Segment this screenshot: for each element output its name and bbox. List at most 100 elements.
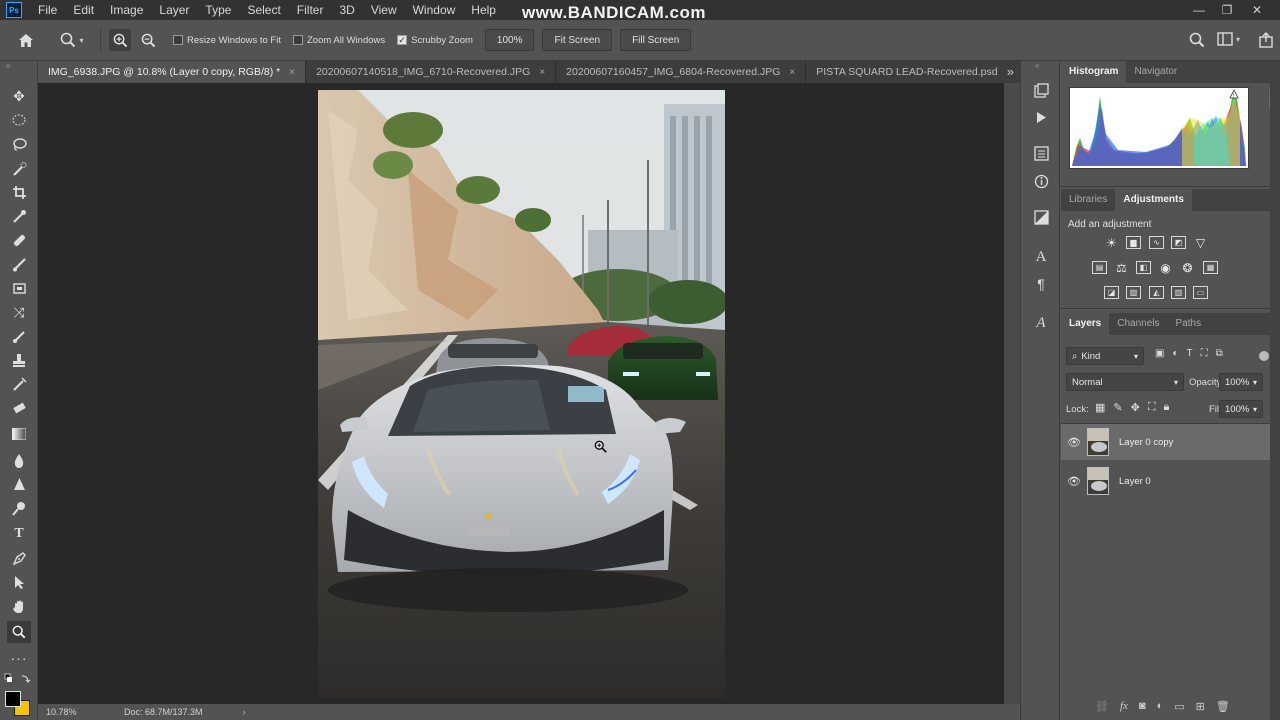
lock-image-icon[interactable]: ✎ <box>1113 401 1122 414</box>
blend-mode-select[interactable]: Normal ▾ <box>1066 373 1184 391</box>
zoom-tool-icon[interactable] <box>7 621 31 643</box>
threshold-icon[interactable]: ◭ <box>1149 286 1164 299</box>
share-icon[interactable] <box>1258 32 1274 51</box>
panels-scrollbar[interactable] <box>1270 61 1280 720</box>
color-lookup-icon[interactable]: ▦ <box>1203 261 1218 274</box>
home-icon[interactable] <box>0 33 52 48</box>
status-menu-arrow-icon[interactable]: › <box>243 707 246 717</box>
layer-row-layer-0-copy[interactable]: 👁︎ Layer 0 copy <box>1061 424 1270 460</box>
marquee-tool-icon[interactable] <box>7 109 31 131</box>
menu-type[interactable]: Type <box>197 0 239 20</box>
info-panel-icon[interactable] <box>1030 170 1052 192</box>
levels-icon[interactable]: ▆ <box>1126 236 1141 249</box>
exposure-icon[interactable]: ◩ <box>1171 236 1186 249</box>
type-tool-icon[interactable]: T <box>7 523 31 545</box>
invert-icon[interactable]: ◪ <box>1104 286 1119 299</box>
photo-filter-icon[interactable]: ◉ <box>1158 261 1173 275</box>
channel-mixer-icon[interactable]: ❂ <box>1180 261 1195 275</box>
new-group-icon[interactable]: ▭ <box>1174 700 1184 713</box>
collapse-icon[interactable]: « <box>1035 61 1039 70</box>
new-adjustment-layer-icon[interactable]: ◐ <box>1157 700 1164 713</box>
foreground-color-swatch[interactable] <box>5 691 21 707</box>
new-layer-icon[interactable]: ⊞ <box>1196 700 1205 713</box>
close-tab-icon[interactable]: × <box>539 67 545 78</box>
document-image[interactable] <box>318 90 725 698</box>
tab-img-6938[interactable]: IMG_6938.JPG @ 10.8% (Layer 0 copy, RGB/… <box>38 61 307 83</box>
delete-layer-icon[interactable]: 🗑︎ <box>1216 700 1230 713</box>
filter-adjustment-icon[interactable]: ◐ <box>1172 348 1178 359</box>
tab-channels[interactable]: Channels <box>1109 313 1167 335</box>
close-window-icon[interactable]: ✕ <box>1242 0 1272 20</box>
menu-image[interactable]: Image <box>102 0 151 20</box>
tab-img-6804[interactable]: 20200607160457_IMG_6804-Recovered.JPG × <box>556 61 807 83</box>
filter-type-icon[interactable]: T <box>1187 348 1193 359</box>
visibility-eye-icon[interactable]: 👁︎ <box>1061 436 1087 449</box>
filter-shape-icon[interactable]: ⛶ <box>1201 348 1208 359</box>
crop-tool-icon[interactable] <box>7 181 31 203</box>
sharpen-tool-icon[interactable] <box>7 473 31 495</box>
layer-row-layer-0[interactable]: 👁︎ Layer 0 <box>1061 463 1270 499</box>
color-balance-icon[interactable]: ⚖ <box>1114 261 1129 275</box>
visibility-eye-icon[interactable]: 👁︎ <box>1061 475 1087 488</box>
zoom-level[interactable]: 10.78% <box>46 707 116 717</box>
healing-brush-tool-icon[interactable] <box>7 229 31 251</box>
color-swatches[interactable] <box>4 690 32 716</box>
lock-position-icon[interactable]: ✥ <box>1131 401 1140 414</box>
eyedropper-tool-icon[interactable] <box>7 205 31 227</box>
hue-saturation-icon[interactable]: ▤ <box>1092 261 1107 274</box>
gradient-tool-icon[interactable] <box>7 423 31 445</box>
lasso-tool-icon[interactable] <box>7 133 31 155</box>
dodge-tool-icon[interactable] <box>7 497 31 519</box>
tab-paths[interactable]: Paths <box>1168 313 1210 335</box>
zoom-100-button[interactable]: 100% <box>484 29 535 51</box>
gradient-map-icon[interactable]: ▥ <box>1171 286 1186 299</box>
restore-icon[interactable]: ❐ <box>1212 0 1242 20</box>
selective-color-icon[interactable]: ▭ <box>1193 286 1208 299</box>
more-tools-icon[interactable]: ··· <box>7 647 31 669</box>
properties-panel-icon[interactable] <box>1030 142 1052 164</box>
menu-filter[interactable]: Filter <box>289 0 332 20</box>
brush-tool-icon[interactable] <box>7 253 31 275</box>
zoom-tool-preset-icon[interactable]: ▾ <box>52 32 92 48</box>
fill-input[interactable]: 100% ▾ <box>1219 400 1263 418</box>
fit-screen-button[interactable]: Fit Screen <box>542 29 613 51</box>
eraser-tool-icon[interactable] <box>7 325 31 347</box>
black-white-icon[interactable]: ◧ <box>1136 261 1151 274</box>
search-icon[interactable] <box>1189 32 1205 51</box>
tab-adjustments[interactable]: Adjustments <box>1115 189 1192 211</box>
tab-layers[interactable]: Layers <box>1061 313 1110 335</box>
default-colors-icon[interactable] <box>4 673 34 685</box>
menu-view[interactable]: View <box>363 0 405 20</box>
canvas-area[interactable] <box>38 83 1004 704</box>
menu-window[interactable]: Window <box>405 0 464 20</box>
menu-help[interactable]: Help <box>463 0 504 20</box>
posterize-icon[interactable]: ▨ <box>1126 286 1141 299</box>
workspace-icon[interactable]: ▾ <box>1217 32 1240 46</box>
menu-layer[interactable]: Layer <box>151 0 197 20</box>
adjustment-panel-icon[interactable] <box>1030 206 1052 228</box>
filter-pixel-icon[interactable]: ▣ <box>1155 348 1164 359</box>
resize-windows-checkbox[interactable]: Resize Windows to Fit <box>173 35 281 46</box>
zoom-in-icon[interactable] <box>109 29 131 51</box>
quick-selection-tool-icon[interactable] <box>7 157 31 179</box>
blur-tool-icon[interactable] <box>7 449 31 471</box>
tab-navigator[interactable]: Navigator <box>1126 61 1185 83</box>
glyphs-panel-icon[interactable]: A <box>1030 312 1052 334</box>
eraser-alt-tool-icon[interactable] <box>7 397 31 419</box>
close-tab-icon[interactable]: × <box>789 67 795 78</box>
actions-play-icon[interactable] <box>1030 106 1052 128</box>
vibrance-icon[interactable]: ▽ <box>1193 236 1208 250</box>
filter-toggle[interactable] <box>1259 351 1269 361</box>
menu-file[interactable]: File <box>30 0 65 20</box>
minimize-icon[interactable]: — <box>1184 0 1214 20</box>
layer-name[interactable]: Layer 0 <box>1119 476 1151 487</box>
move-tool-icon[interactable]: ✥ <box>7 85 31 107</box>
path-selection-tool-icon[interactable] <box>7 571 31 593</box>
lock-all-icon[interactable]: 🔒︎ <box>1164 401 1170 414</box>
menu-select[interactable]: Select <box>239 0 288 20</box>
menu-edit[interactable]: Edit <box>65 0 102 20</box>
curves-icon[interactable]: ∿ <box>1149 236 1164 249</box>
tab-histogram[interactable]: Histogram <box>1061 61 1127 83</box>
scrubby-zoom-checkbox[interactable]: ✓ Scrubby Zoom <box>397 35 473 46</box>
layer-filter-kind[interactable]: ⌕ Kind ▾ <box>1066 347 1144 365</box>
